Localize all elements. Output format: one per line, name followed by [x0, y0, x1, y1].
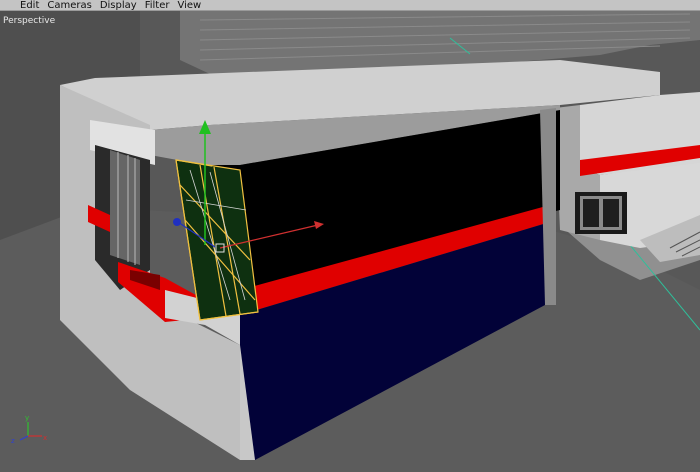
axis-indicator-z-label: z	[11, 437, 15, 445]
door-pane-right	[603, 199, 619, 227]
menu-bar: Edit Cameras Display Filter View	[0, 0, 700, 11]
axis-indicator-y-label: y	[25, 414, 29, 422]
door-pane-left	[583, 199, 599, 227]
axis-indicator-x-label: x	[43, 434, 47, 442]
perspective-viewport[interactable]: y x z Perspective	[0, 11, 700, 472]
gizmo-z-handle-icon[interactable]	[173, 218, 181, 226]
viewport-label: Perspective	[3, 16, 56, 26]
menu-cameras[interactable]: Cameras	[47, 0, 99, 10]
menu-edit[interactable]: Edit	[20, 0, 47, 10]
menu-view[interactable]: View	[177, 0, 209, 10]
scene-canvas[interactable]: y x z	[0, 11, 700, 472]
menu-filter[interactable]: Filter	[145, 0, 178, 10]
menu-display[interactable]: Display	[100, 0, 145, 10]
